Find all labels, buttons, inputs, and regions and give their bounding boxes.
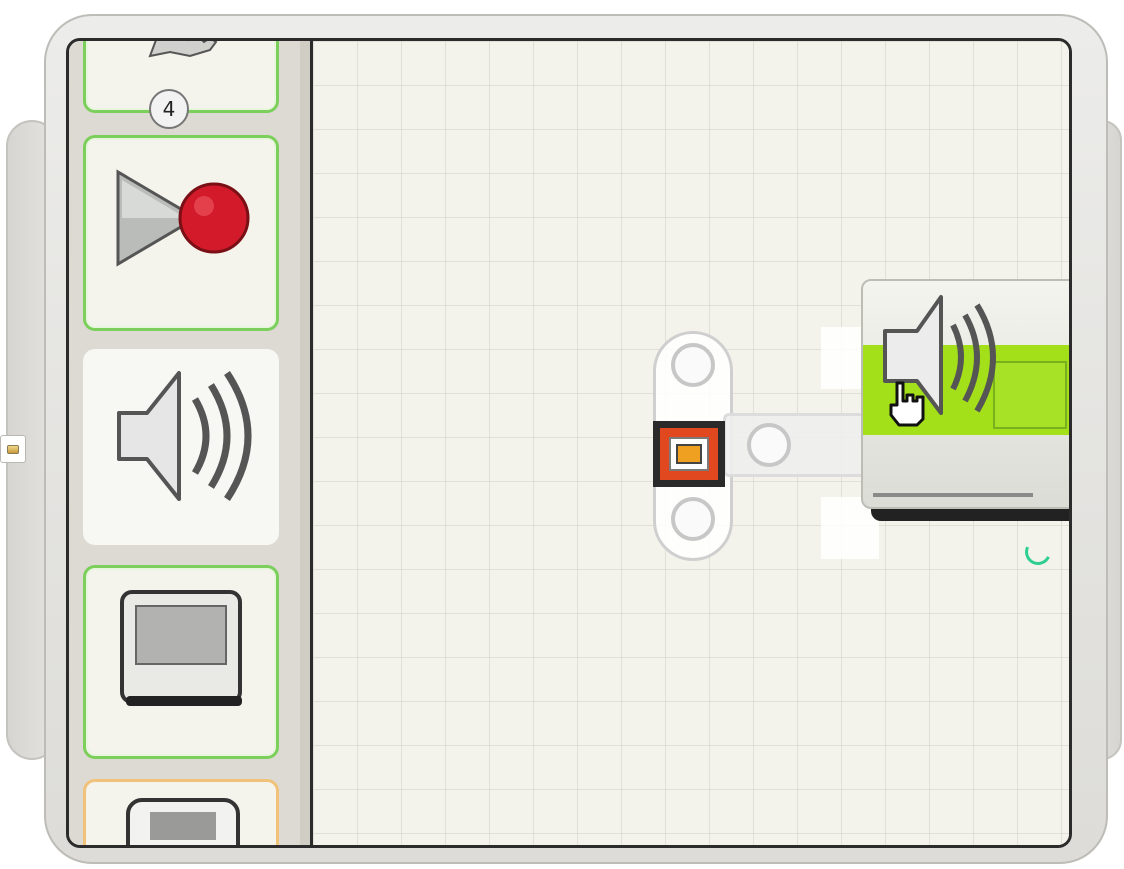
display-icon bbox=[120, 590, 242, 706]
block-palette bbox=[69, 41, 313, 845]
top-sequence-port[interactable] bbox=[671, 343, 715, 387]
hand-cursor-icon bbox=[889, 381, 925, 427]
palette-item-sound[interactable] bbox=[83, 349, 279, 545]
beam-port[interactable] bbox=[747, 423, 791, 467]
palette-item-record-play[interactable] bbox=[83, 135, 279, 331]
display-2-icon bbox=[126, 798, 240, 845]
palette-item-display[interactable] bbox=[83, 565, 279, 759]
programming-window: 4 bbox=[66, 38, 1072, 848]
bottom-sequence-port[interactable] bbox=[671, 497, 715, 541]
start-point-icon[interactable] bbox=[653, 421, 725, 487]
sound-icon bbox=[117, 371, 252, 501]
sound-block-edge bbox=[873, 493, 1033, 497]
expand-handle[interactable] bbox=[0, 435, 26, 463]
palette-scroll-track[interactable] bbox=[300, 41, 310, 845]
program-canvas[interactable] bbox=[313, 41, 1069, 845]
folder-icon bbox=[7, 445, 19, 454]
record-play-icon bbox=[116, 169, 250, 267]
busy-spinner-icon bbox=[1021, 535, 1055, 569]
palette-item-display-2[interactable] bbox=[83, 779, 279, 845]
palette-page-badge: 4 bbox=[149, 89, 189, 129]
